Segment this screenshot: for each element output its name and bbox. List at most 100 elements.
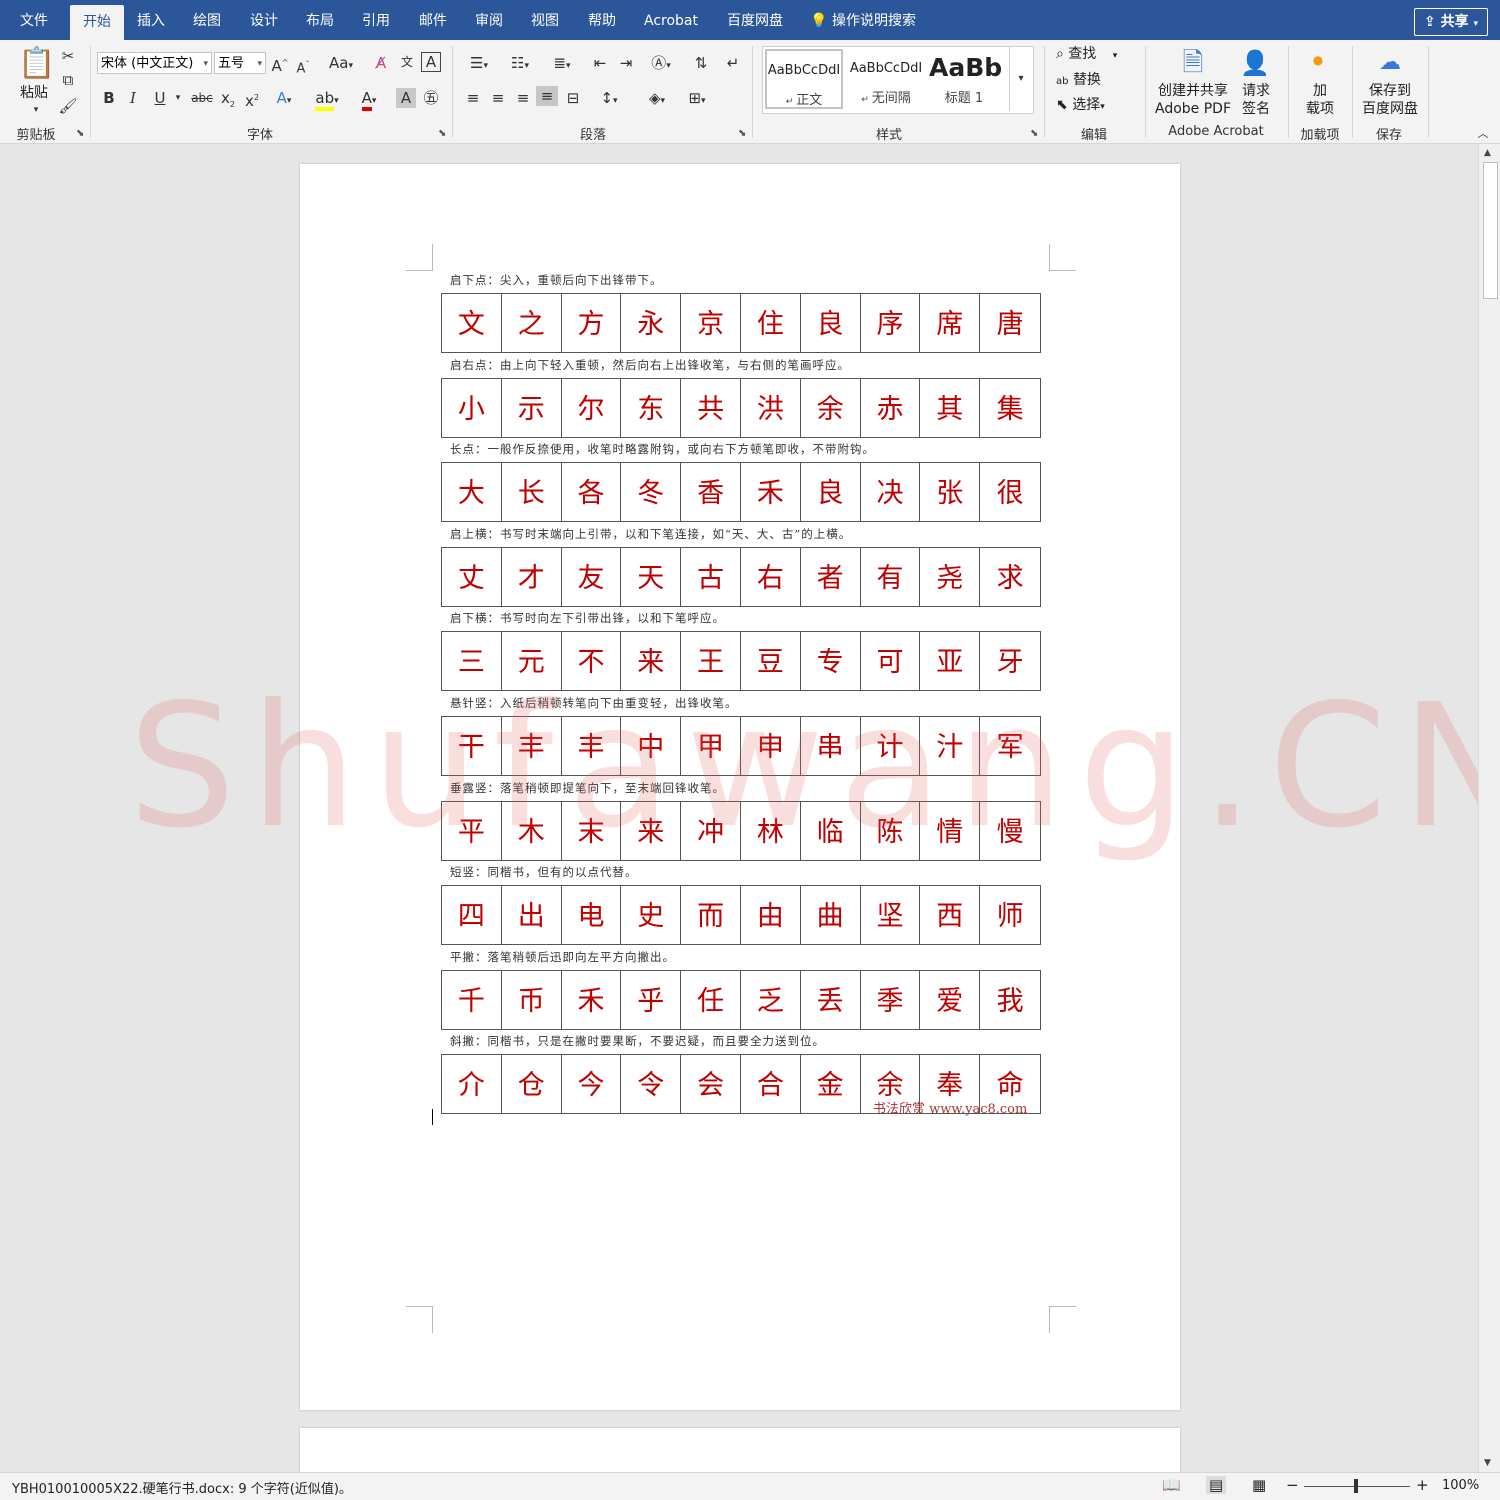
scroll-down-icon[interactable]: ▼: [1484, 1458, 1491, 1468]
increase-indent-icon[interactable]: ⇥: [616, 53, 636, 73]
grow-font-icon[interactable]: A^: [270, 53, 290, 76]
web-layout-icon[interactable]: ▦: [1252, 1476, 1266, 1494]
shading-icon[interactable]: ◈▾: [640, 88, 674, 111]
bullets-icon[interactable]: ☰▾: [462, 53, 496, 76]
character-cell: 其: [920, 378, 981, 437]
format-painter-icon[interactable]: 🖌: [58, 96, 78, 116]
superscript-icon[interactable]: x2: [242, 88, 262, 111]
character-shading-icon[interactable]: A: [396, 88, 416, 108]
group-divider: [752, 46, 753, 138]
numbering-icon[interactable]: ☷▾: [503, 53, 537, 76]
character-cell: 曲: [801, 886, 861, 945]
clear-formatting-icon[interactable]: A̸: [370, 53, 392, 73]
chevron-down-icon[interactable]: ▾: [26, 100, 46, 120]
character-grid-row: 千币禾乎任乏丢季爱我: [441, 969, 1041, 1030]
character-cell: 示: [502, 378, 562, 437]
line-spacing-icon[interactable]: ↕▾: [592, 88, 626, 111]
enclose-characters-icon[interactable]: ㊄: [421, 88, 441, 108]
underline-icon[interactable]: U: [148, 88, 172, 108]
tab-draw[interactable]: 绘图: [184, 0, 230, 40]
sort-icon[interactable]: ⇅: [690, 53, 712, 73]
read-mode-icon[interactable]: 📖: [1162, 1476, 1181, 1494]
collapse-ribbon-icon[interactable]: ︿: [1474, 124, 1492, 144]
tab-view[interactable]: 视图: [522, 0, 568, 40]
paste-icon[interactable]: 📋: [18, 46, 55, 82]
decrease-indent-icon[interactable]: ⇤: [590, 53, 610, 73]
addins-button[interactable]: 加 载项: [1300, 82, 1340, 118]
subscript-icon[interactable]: x2: [218, 88, 238, 115]
request-signature-icon[interactable]: 👤: [1238, 46, 1272, 80]
vertical-scrollbar[interactable]: ▲ ▼: [1478, 144, 1500, 1472]
tab-references[interactable]: 引用: [353, 0, 399, 40]
character-cell: 干: [442, 717, 502, 775]
tab-help[interactable]: 帮助: [579, 0, 625, 40]
document-stats[interactable]: YBH010010005X22.硬笔行书.docx: 9 个字符(近似值)。: [12, 1478, 352, 1497]
style-heading-1[interactable]: AaBb 标题 1: [929, 49, 1002, 109]
tab-home[interactable]: 开始: [70, 5, 124, 40]
show-marks-icon[interactable]: ↵: [722, 53, 744, 73]
addins-icon[interactable]: ●: [1306, 50, 1330, 74]
dialog-launcher-icon[interactable]: ⬊: [738, 128, 746, 139]
align-right-icon[interactable]: ≡: [512, 88, 534, 108]
character-border-icon[interactable]: A: [421, 52, 441, 72]
scroll-up-icon[interactable]: ▲: [1484, 148, 1491, 158]
distribute-icon[interactable]: ⊟: [562, 88, 584, 108]
style-no-spacing[interactable]: AaBbCcDdI ↵ 无间隔: [847, 49, 925, 109]
chevron-down-icon[interactable]: ▾: [172, 88, 184, 108]
multilevel-list-icon[interactable]: ≣▾: [545, 53, 579, 76]
text-effects-icon[interactable]: A▾: [272, 88, 296, 111]
create-pdf-icon[interactable]: 🗎: [1178, 46, 1208, 80]
cut-icon[interactable]: ✂: [58, 46, 78, 66]
align-center-icon[interactable]: ≡: [487, 88, 509, 108]
change-case-button[interactable]: Aa▾: [324, 53, 358, 76]
align-left-icon[interactable]: ≡: [462, 88, 484, 108]
chinese-layout-icon[interactable]: Ⓐ▾: [646, 53, 676, 76]
character-grid-row: 文之方永京住良序席唐: [441, 293, 1041, 353]
request-signature-button[interactable]: 请求 签名: [1236, 82, 1276, 118]
highlight-color-icon[interactable]: ab▾: [310, 88, 344, 111]
style-normal[interactable]: AaBbCcDdI ↵ 正文: [765, 49, 843, 109]
find-button[interactable]: ⌕ 查找 ▾: [1056, 45, 1136, 65]
zoom-slider-thumb[interactable]: [1354, 1479, 1358, 1493]
tab-file[interactable]: 文件: [10, 0, 58, 40]
select-button[interactable]: ⬉ 选择▾: [1056, 96, 1126, 116]
bold-icon[interactable]: B: [100, 88, 118, 108]
document-page[interactable]: 启下点：尖入，重顿后向下出锋带下。文之方永京住良序席唐启右点：由上向下轻入重顿，…: [300, 164, 1180, 1410]
font-size-select[interactable]: 五号 ▾: [214, 52, 266, 74]
tab-insert[interactable]: 插入: [128, 0, 174, 40]
tab-design[interactable]: 设计: [241, 0, 287, 40]
phonetic-guide-icon[interactable]: 文: [396, 52, 418, 72]
tell-me-search[interactable]: 💡 操作说明搜索: [810, 0, 940, 40]
zoom-out-icon[interactable]: −: [1286, 1476, 1299, 1494]
replace-button[interactable]: ab 替换: [1056, 71, 1126, 91]
borders-icon[interactable]: ⊞▾: [680, 88, 714, 111]
paragraph-group-label: 段落: [579, 128, 606, 143]
justify-icon[interactable]: ≡: [536, 86, 558, 106]
zoom-level[interactable]: 100%: [1442, 1478, 1479, 1493]
styles-more-icon[interactable]: ▾: [1009, 47, 1032, 111]
baidu-cloud-icon[interactable]: ☁: [1374, 48, 1406, 78]
tab-acrobat[interactable]: Acrobat: [638, 0, 704, 40]
group-divider: [1145, 46, 1146, 138]
zoom-in-icon[interactable]: +: [1416, 1476, 1429, 1494]
dialog-launcher-icon[interactable]: ⬊: [1030, 128, 1038, 139]
copy-icon[interactable]: ⧉: [58, 70, 78, 90]
italic-icon[interactable]: I: [124, 88, 142, 108]
save-to-baidu-button[interactable]: 保存到 百度网盘: [1358, 82, 1422, 118]
character-grid-row: 平木末来冲林临陈情慢: [441, 800, 1041, 861]
font-size-value: 五号: [218, 56, 245, 71]
shrink-font-icon[interactable]: Aˇ: [294, 55, 312, 79]
tab-mailings[interactable]: 邮件: [410, 0, 456, 40]
dialog-launcher-icon[interactable]: ⬊: [438, 128, 446, 139]
tab-layout[interactable]: 布局: [297, 0, 343, 40]
strikethrough-icon[interactable]: abc: [190, 88, 214, 108]
share-button[interactable]: ⇪ 共享 ▾: [1414, 8, 1488, 36]
scrollbar-thumb[interactable]: [1483, 162, 1498, 299]
create-share-pdf-button[interactable]: 创建并共享 Adobe PDF: [1152, 82, 1234, 118]
tab-review[interactable]: 审阅: [466, 0, 512, 40]
tab-baidu-netdisk[interactable]: 百度网盘: [718, 0, 792, 40]
font-name-select[interactable]: 宋体 (中文正文) ▾: [97, 52, 212, 74]
print-layout-icon[interactable]: ▤: [1206, 1476, 1227, 1494]
font-color-icon[interactable]: A▾: [352, 88, 386, 111]
dialog-launcher-icon[interactable]: ⬊: [76, 128, 84, 139]
